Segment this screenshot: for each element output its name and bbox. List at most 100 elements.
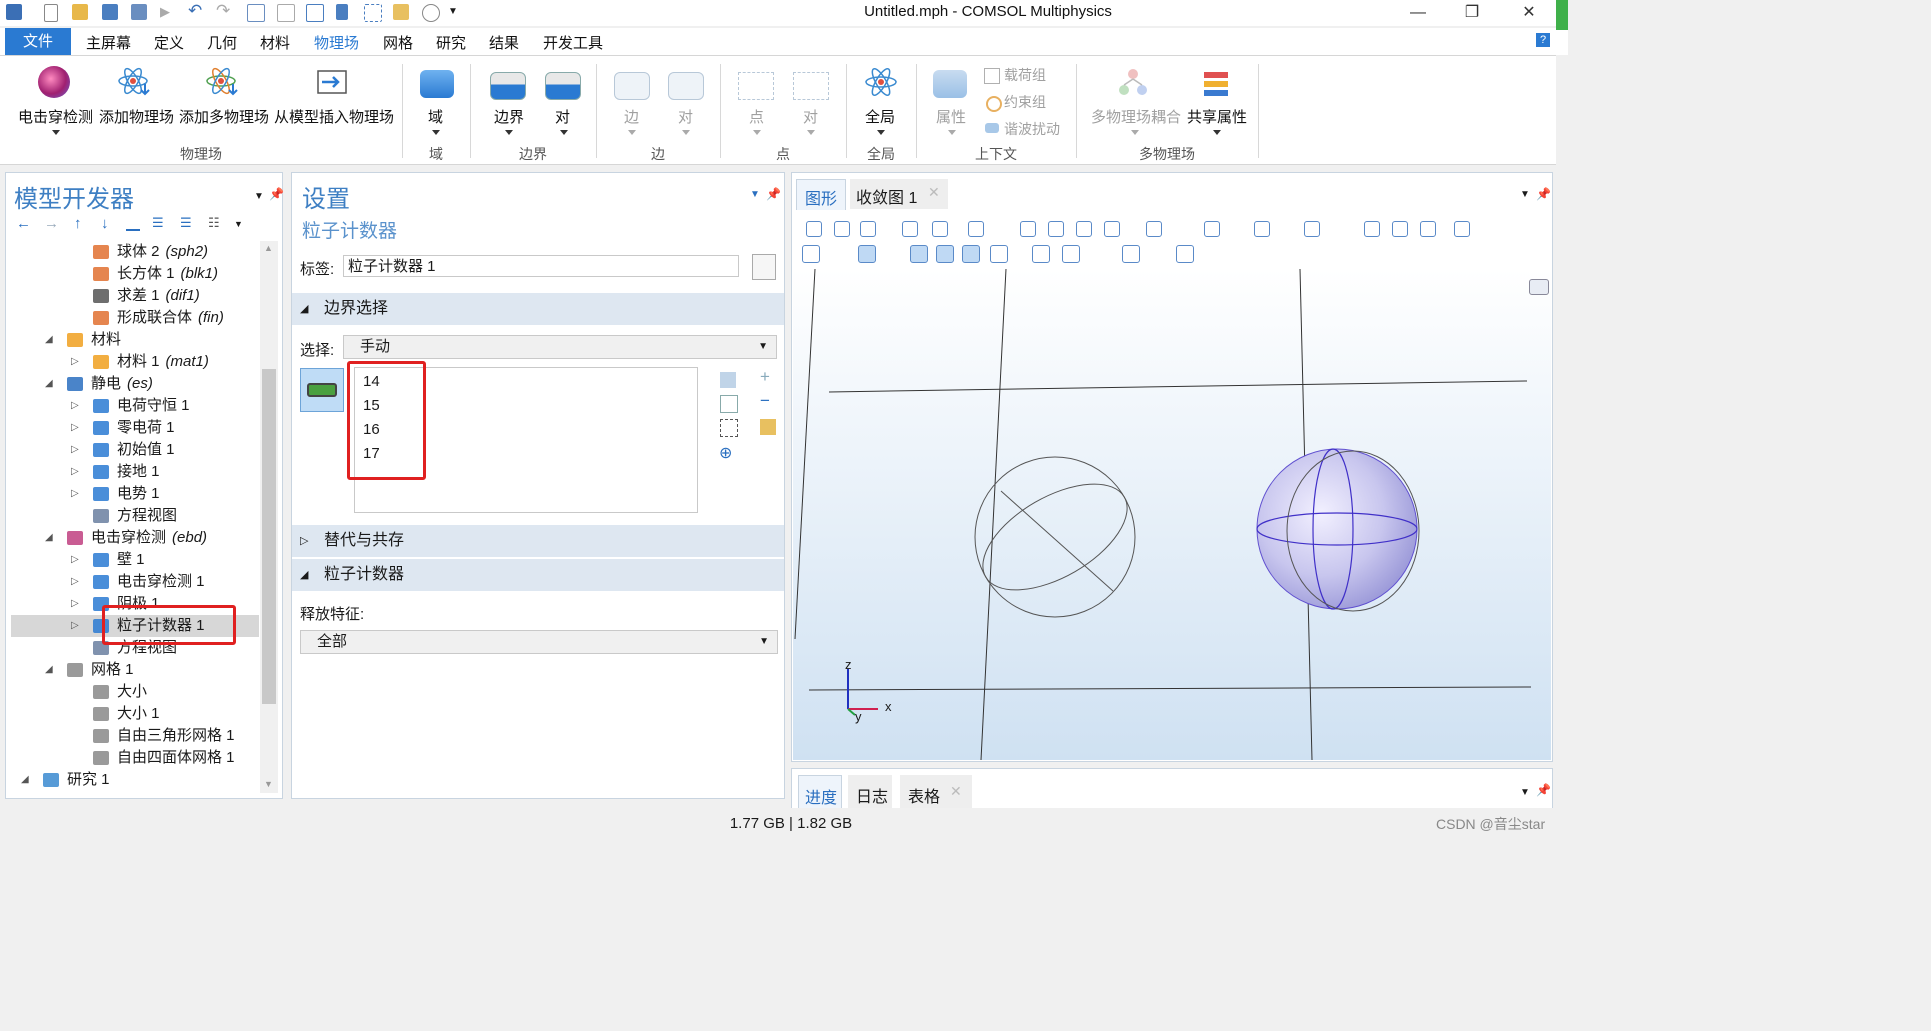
mesh-display-icon[interactable] (936, 245, 954, 263)
shared-properties-button[interactable]: 共享属性 (1187, 106, 1247, 127)
electric-breakdown-button[interactable]: 电击穿检测 (18, 106, 93, 127)
tab-developer[interactable]: 开发工具 (543, 32, 603, 53)
minimize-button[interactable]: — (1398, 2, 1438, 24)
tab-graphics[interactable]: 图形 (796, 179, 846, 210)
zoom-in-icon[interactable] (806, 221, 822, 237)
collapsed-triangle-icon[interactable]: ▷ (71, 422, 79, 433)
chevron-down-icon[interactable]: ▼ (1520, 787, 1530, 798)
collapsed-triangle-icon[interactable]: ▷ (71, 466, 79, 477)
multiphysics-coupling-icon[interactable] (1116, 68, 1150, 98)
tab-results[interactable]: 结果 (489, 32, 519, 53)
global-icon[interactable] (864, 66, 898, 96)
pin-icon[interactable]: 📌 (1536, 783, 1551, 797)
release-feature-dropdown[interactable]: 全部 ▼ (300, 630, 778, 654)
hide-icon[interactable] (1392, 221, 1408, 237)
xz-view-icon[interactable] (1076, 221, 1092, 237)
tree-item[interactable]: 大小 (117, 681, 153, 703)
tree-item[interactable]: 电荷守恒 1 (117, 395, 196, 417)
back-arrow-icon[interactable]: ← (16, 215, 31, 232)
active-toggle-button[interactable] (300, 368, 344, 412)
tab-definitions[interactable]: 定义 (154, 32, 184, 53)
record-icon[interactable] (1062, 245, 1080, 263)
chevron-down-icon[interactable] (432, 130, 440, 135)
tree-item[interactable]: 电击穿检测 1 (117, 571, 211, 593)
wireframe-icon[interactable] (1254, 221, 1270, 237)
chevron-down-icon[interactable] (1131, 130, 1139, 135)
add-multiphysics-icon[interactable] (206, 66, 240, 96)
collapsed-triangle-icon[interactable]: ▷ (71, 620, 79, 631)
collapsed-triangle-icon[interactable]: ▷ (71, 444, 79, 455)
chevron-down-icon[interactable] (1213, 130, 1221, 135)
tree-item[interactable]: 方程视图 (117, 505, 183, 527)
graphics-viewport[interactable]: z x y (793, 269, 1551, 760)
transparency-icon[interactable] (1204, 221, 1220, 237)
scroll-down-icon[interactable]: ▼ (264, 779, 273, 789)
grid-icon[interactable] (962, 245, 980, 263)
chevron-down-icon[interactable] (682, 130, 690, 135)
tree-item[interactable]: 研究 1 (67, 769, 116, 791)
domain-icon[interactable] (420, 70, 454, 98)
expanded-triangle-icon[interactable]: ◢ (21, 774, 29, 785)
tree-item[interactable]: 形成联合体 (fin) (117, 307, 224, 329)
up-arrow-icon[interactable]: ↑ (74, 215, 82, 232)
boundary-selection-section[interactable]: ◢ 边界选择 (292, 293, 784, 325)
boundary-pair-button[interactable]: 对 (555, 106, 570, 127)
camera-icon[interactable] (1104, 221, 1120, 237)
boundary-pair-icon[interactable] (545, 72, 581, 100)
chevron-down-icon[interactable] (560, 130, 568, 135)
tab-study[interactable]: 研究 (436, 32, 466, 53)
add-physics-button[interactable]: 添加物理场 (99, 106, 174, 127)
constraint-group-button[interactable]: 约束组 (1004, 92, 1046, 112)
edge-pair-icon[interactable] (668, 72, 704, 100)
close-button[interactable]: ✕ (1509, 2, 1549, 24)
expanded-triangle-icon[interactable]: ◢ (45, 334, 53, 345)
expanded-triangle-icon[interactable]: ◢ (45, 664, 53, 675)
tree-item[interactable]: 材料 (91, 329, 127, 351)
zoom-box-icon[interactable] (860, 221, 876, 237)
tree-item[interactable]: 材料 1 (mat1) (117, 351, 209, 373)
tab-geometry[interactable]: 几何 (207, 32, 237, 53)
yz-view-icon[interactable] (1048, 221, 1064, 237)
tree-item[interactable]: 接地 1 (117, 461, 166, 483)
scroll-up-icon[interactable]: ▲ (264, 243, 273, 253)
show-icon[interactable] (126, 217, 140, 231)
tab-convergence[interactable]: 收敛图 1 ✕ (850, 179, 948, 209)
zoom-to-selection-icon[interactable]: ⊕ (719, 443, 732, 463)
collapsed-triangle-icon[interactable]: ▷ (71, 576, 79, 587)
pin-icon[interactable]: 📌 (766, 187, 781, 201)
point-icon[interactable] (738, 72, 774, 100)
restore-button[interactable]: ❐ (1452, 2, 1492, 24)
tab-progress[interactable]: 进度 (798, 775, 842, 810)
tree-item[interactable]: 零电荷 1 (117, 417, 181, 439)
chevron-down-icon[interactable] (628, 130, 636, 135)
collapsed-triangle-icon[interactable]: ▷ (71, 598, 79, 609)
center-icon[interactable] (932, 221, 948, 237)
shared-properties-icon[interactable] (1200, 70, 1234, 100)
point-pair-button[interactable]: 对 (803, 106, 818, 127)
label-edit-icon[interactable] (752, 254, 776, 280)
highlight-icon[interactable] (1364, 221, 1380, 237)
override-section[interactable]: ▷ 替代与共存 (292, 525, 784, 557)
add-multiphysics-button[interactable]: 添加多物理场 (179, 106, 269, 127)
chevron-down-icon[interactable]: ▼ (234, 219, 243, 229)
selection-dropdown[interactable]: 手动 ▼ (343, 335, 777, 359)
clear-selection-icon[interactable] (720, 419, 738, 437)
tab-log[interactable]: 日志 (848, 775, 892, 809)
collapsed-triangle-icon[interactable]: ▷ (71, 554, 79, 565)
tab-materials[interactable]: 材料 (260, 32, 290, 53)
pin-icon[interactable]: 📌 (269, 187, 284, 201)
chevron-down-icon[interactable]: ▼ (254, 191, 264, 202)
scene-light-icon[interactable] (802, 245, 820, 263)
properties-icon[interactable] (933, 70, 967, 98)
electric-breakdown-icon[interactable] (38, 66, 70, 98)
add-physics-icon[interactable] (118, 66, 152, 96)
tree-item[interactable]: 球体 2 (sph2) (117, 241, 208, 263)
label-input[interactable]: 粒子计数器 1 (343, 255, 739, 277)
chevron-down-icon[interactable] (52, 130, 60, 135)
insert-physics-icon[interactable] (316, 68, 350, 98)
paste-selection-icon[interactable] (720, 372, 736, 388)
select-all-icon[interactable] (760, 419, 776, 435)
edge-button[interactable]: 边 (624, 106, 639, 127)
menu-file[interactable]: 文件 (5, 28, 71, 55)
boundary-icon[interactable] (490, 72, 526, 100)
